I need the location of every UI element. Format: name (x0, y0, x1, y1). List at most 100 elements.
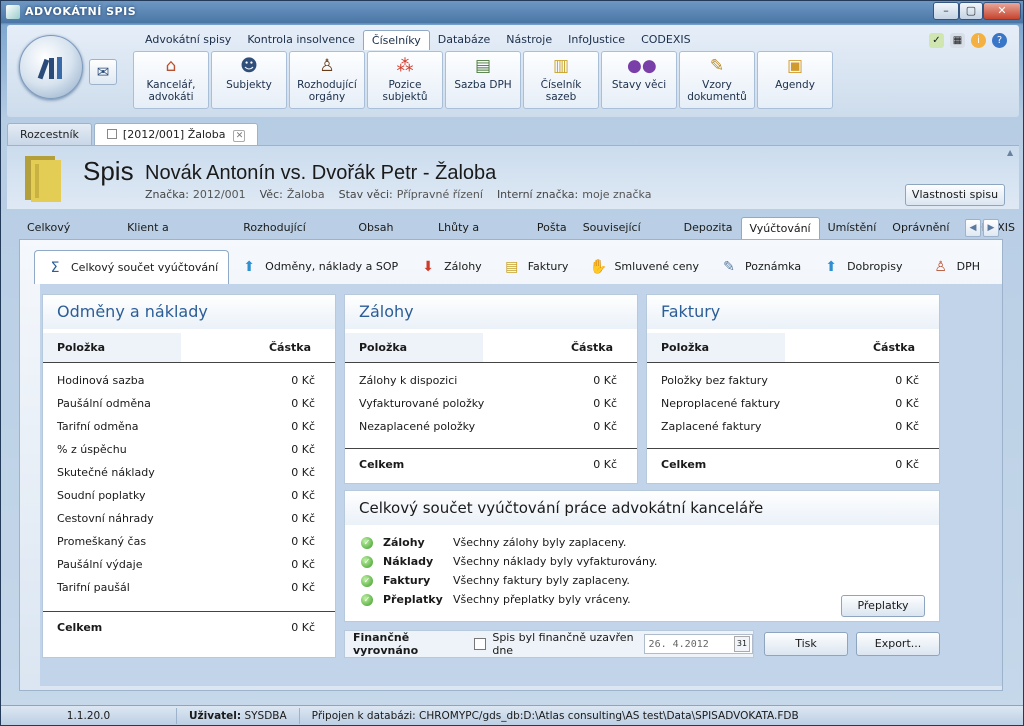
calendar-icon[interactable]: 31 (734, 636, 750, 652)
network-icon: ⁂ (396, 56, 414, 76)
subtab-odmeny[interactable]: ⬆ Odměny, náklady a SOP (229, 250, 408, 284)
table-row: Soudní poplatky 0 Kč (43, 484, 335, 507)
maximize-button[interactable]: ▢ (959, 2, 983, 20)
row-amount: 0 Kč (593, 420, 617, 433)
row-item: Promeškaný čas (57, 535, 147, 548)
scroll-right-icon[interactable]: ▶ (983, 219, 999, 237)
tab-rozhodujici-organy[interactable]: Rozhodující orgány (235, 217, 350, 256)
tab-posta[interactable]: Pošta (529, 217, 575, 239)
menu-tab-advokatni-spisy[interactable]: Advokátní spisy (137, 30, 239, 50)
odmeny-total-row: Celkem 0 Kč (43, 611, 335, 643)
odmeny-title: Odměny a náklady (43, 295, 335, 329)
row-item: Vyfakturované položky (359, 397, 485, 410)
check-pen-icon[interactable]: ✓ (929, 33, 944, 48)
preplatky-button[interactable]: Přeplatky (841, 595, 925, 617)
tab-scroll: ◀ ▶ (965, 219, 999, 237)
window-title: ADVOKÁTNÍ SPIS (25, 5, 137, 18)
toolbar-rozhodujici-organy-button[interactable]: ♙ Rozhodující orgány (289, 51, 365, 109)
row-item: Zaplacené faktury (661, 420, 762, 433)
toolbar-stavy-veci-button[interactable]: ●● Stavy věci (601, 51, 677, 109)
doc-tab-checkbox[interactable] (106, 129, 117, 139)
toolbar-vzory-dokumentu-button[interactable]: ✎ Vzory dokumentů (679, 51, 755, 109)
close-button[interactable]: ✕ (983, 2, 1021, 20)
col-polozka: Položka (345, 333, 483, 362)
arrow-up-icon: ⬆ (243, 259, 256, 275)
summary-row: ✓ Zálohy Všechny zálohy byly zaplaceny. (345, 533, 939, 552)
toolbar-subjekty-button[interactable]: ☻ Subjekty (211, 51, 287, 109)
menu-tab-kontrola-insolvence[interactable]: Kontrola insolvence (239, 30, 363, 50)
summary-label: Faktury (383, 574, 431, 587)
row-amount: 0 Kč (291, 489, 315, 502)
subtab-poznamka[interactable]: ✎ Poznámka (709, 250, 811, 284)
menu-tab-ciselniky[interactable]: Číselníky (362, 30, 430, 50)
row-item: Položky bez faktury (661, 374, 768, 387)
minimize-button[interactable]: – (933, 2, 959, 20)
toolbar-kancelar-button[interactable]: ⌂ Kancelář, advokáti (133, 51, 209, 109)
section-tabs: Celkový přehled Klient a protistrana Roz… (19, 217, 1023, 256)
tab-depozita[interactable]: Depozita (676, 217, 741, 239)
subtab-smluvene-ceny[interactable]: ✋ Smluvené ceny (578, 250, 709, 284)
toolbar-sazba-dph-button[interactable]: ▤ Sazba DPH (445, 51, 521, 109)
check-circle-icon: ✓ (361, 555, 373, 568)
help-icon[interactable]: ? (992, 33, 1007, 48)
row-amount: 0 Kč (291, 466, 315, 479)
row-amount: 0 Kč (291, 397, 315, 410)
tab-celkovy-prehled[interactable]: Celkový přehled (19, 217, 119, 256)
tab-obsah-spisu[interactable]: Obsah spisu (350, 217, 430, 256)
row-amount: 0 Kč (895, 374, 919, 387)
subtab-dobropisy[interactable]: ⬆ Dobropisy (811, 250, 912, 284)
row-amount: 0 Kč (291, 512, 315, 525)
menu-tab-nastroje[interactable]: Nástroje (498, 30, 560, 50)
close-date-field[interactable]: 26. 4.2012 31 (643, 634, 753, 654)
tab-vyuctovani[interactable]: Vyúčtování (740, 217, 820, 239)
tab-umisteni[interactable]: Umístění (820, 217, 885, 239)
app-menu-orb[interactable] (19, 35, 83, 99)
properties-button[interactable]: Vlastnosti spisu (905, 184, 1005, 206)
row-item: Hodinová sazba (57, 374, 145, 387)
menu-tab-databaze[interactable]: Databáze (430, 30, 499, 50)
check-circle-icon: ✓ (361, 574, 373, 587)
app-icon (6, 5, 20, 19)
tab-lhuty-terminy[interactable]: Lhůty a termíny (430, 217, 529, 256)
collapse-arrow-icon[interactable]: ▲ (1007, 148, 1013, 157)
menu-tabs: Advokátní spisy Kontrola insolvence Číse… (137, 30, 699, 50)
judge-icon: ♙ (319, 56, 335, 76)
balls-icon: ●● (627, 56, 657, 76)
toolbar-agendy-button[interactable]: ▣ Agendy (757, 51, 833, 109)
row-amount: 0 Kč (593, 374, 617, 387)
stav-veci-label: Stav věci: (338, 188, 393, 201)
subtab-dph[interactable]: ♙ DPH (921, 250, 990, 284)
closed-checkbox[interactable] (474, 638, 487, 650)
toolbar-ciselnik-sazeb-button[interactable]: ▥ Číselník sazeb (523, 51, 599, 109)
tab-klient-protistrana[interactable]: Klient a protistrana (119, 217, 235, 256)
row-item: % z úspěchu (57, 443, 127, 456)
export-button[interactable]: Export... (856, 632, 940, 656)
doc-tab-rozcestnik[interactable]: Rozcestník (7, 123, 92, 145)
scroll-left-icon[interactable]: ◀ (965, 219, 981, 237)
subtab-zalohy[interactable]: ⬇ Zálohy (408, 250, 492, 284)
faktury-title: Faktury (647, 295, 939, 329)
doc-tab-zaloba[interactable]: [2012/001] Žaloba ✕ (93, 123, 259, 145)
house-icon: ⌂ (165, 56, 177, 76)
table-row: Nezaplacené položky 0 Kč (345, 415, 637, 438)
mail-icon[interactable]: ✉ (89, 59, 117, 85)
menu-tab-infojustice[interactable]: InfoJustice (560, 30, 633, 50)
tab-souvisejici-spisy[interactable]: Související spisy (575, 217, 676, 256)
table-row: Položky bez faktury 0 Kč (647, 369, 939, 392)
subtab-celkovy-soucet[interactable]: Σ Celkový součet vyúčtování (34, 250, 230, 284)
table-row: Hodinová sazba 0 Kč (43, 369, 335, 392)
summary-row: ✓ Faktury Všechny faktury byly zaplaceny. (345, 571, 939, 590)
close-tab-icon[interactable]: ✕ (233, 130, 246, 142)
print-button[interactable]: Tisk (764, 632, 848, 656)
table-row: Paušální odměna 0 Kč (43, 392, 335, 415)
zalohy-table-header: Položka Částka (345, 333, 637, 363)
info-icon[interactable]: i (971, 33, 986, 48)
tab-opravneni[interactable]: Oprávnění (884, 217, 957, 239)
toolbar-pozice-subjektu-button[interactable]: ⁂ Pozice subjektů (367, 51, 443, 109)
menu-tab-codexis[interactable]: CODEXIS (633, 30, 699, 50)
closed-checkbox-label: Spis byl finančně uzavřen dne (492, 631, 634, 657)
table-row: Tarifní paušál 0 Kč (43, 576, 335, 599)
subtab-faktury[interactable]: ▤ Faktury (492, 250, 579, 284)
window-icon[interactable]: ▦ (950, 33, 965, 48)
toolbar-label: Sazba DPH (454, 79, 512, 91)
